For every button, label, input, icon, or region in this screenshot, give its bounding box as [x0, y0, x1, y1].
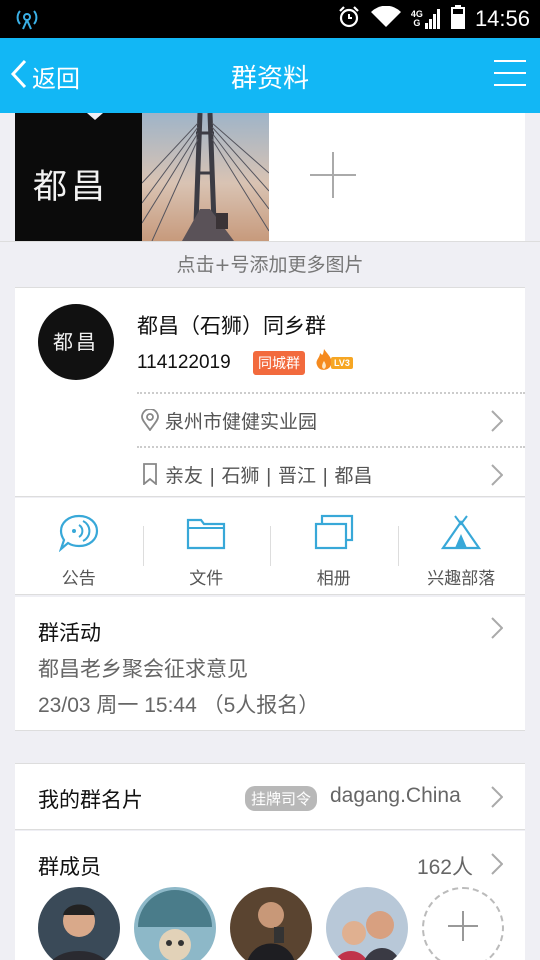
tool-label: 兴趣部落 — [427, 569, 496, 589]
announcement-icon — [58, 514, 99, 556]
status-bar: 4G G 14:56 — [0, 0, 540, 38]
folder-icon — [186, 514, 226, 556]
my-card-nickname: dagang.China — [330, 784, 461, 807]
chevron-right-icon — [491, 410, 504, 437]
group-photo-bridge[interactable] — [142, 113, 269, 241]
member-avatar[interactable] — [230, 887, 312, 960]
group-tags-row[interactable]: 亲友 | 石狮 | 晋江 | 都昌 — [137, 446, 525, 500]
group-photo-logo[interactable]: 都昌 — [15, 113, 142, 241]
group-level-badge[interactable]: LV3 — [315, 349, 353, 376]
add-member-button[interactable] — [422, 887, 504, 960]
tent-icon — [441, 514, 482, 556]
plus-icon — [309, 152, 356, 202]
group-members-section[interactable]: 群成员 162人 — [15, 831, 525, 960]
group-activity-section[interactable]: 群活动 都昌老乡聚会征求意见 23/03 周一 15:44 （5人报名） — [15, 597, 525, 731]
page-title: 群资料 — [230, 64, 309, 94]
member-avatar[interactable] — [326, 887, 408, 960]
location-pin-icon — [137, 409, 163, 431]
my-group-card-row[interactable]: 我的群名片 挂牌司令 dagang.China — [15, 763, 525, 830]
plus-icon — [448, 911, 478, 945]
group-avatar[interactable]: 都昌 — [38, 304, 114, 380]
member-avatar[interactable] — [134, 887, 216, 960]
battery-icon — [450, 5, 465, 33]
member-title-badge: 挂牌司令 — [245, 786, 318, 811]
announcement-button[interactable]: 公告 — [15, 498, 143, 594]
add-photo-hint: 点击+号添加更多图片 — [0, 241, 540, 287]
group-info-card: 都昌 都昌（石狮）同乡群 114122019 同城群 LV3 泉州市健健实业园 … — [15, 287, 525, 497]
chevron-right-icon — [491, 786, 504, 812]
logo-text: 都昌 — [33, 167, 109, 207]
city-group-badge: 同城群 — [253, 351, 305, 375]
chevron-right-icon — [491, 464, 504, 491]
group-address-row[interactable]: 泉州市健健实业园 — [137, 392, 525, 446]
interest-tribe-button[interactable]: 兴趣部落 — [397, 498, 526, 594]
bookmark-icon — [137, 463, 163, 485]
chevron-right-icon — [491, 853, 504, 879]
network-sub-label: G — [413, 18, 421, 28]
alarm-icon — [337, 5, 361, 33]
album-icon — [314, 514, 354, 556]
group-photo-strip: 都昌 — [15, 113, 525, 241]
group-tools-bar: 公告 文件 相册 兴趣部落 — [15, 498, 525, 595]
files-button[interactable]: 文件 — [142, 498, 271, 594]
tool-label: 文件 — [189, 569, 224, 589]
cellular-signal-icon: 4G G — [411, 9, 441, 29]
group-name: 都昌（石狮）同乡群 — [137, 314, 326, 338]
group-tags: 亲友 | 石狮 | 晋江 | 都昌 — [165, 464, 373, 487]
activity-heading: 群活动 — [38, 621, 101, 645]
clock-time: 14:56 — [474, 6, 530, 31]
signal-broadcast-icon — [14, 8, 40, 34]
member-avatar[interactable] — [38, 887, 120, 960]
members-label: 群成员 — [38, 855, 101, 879]
activity-detail: 23/03 周一 15:44 （5人报名） — [38, 694, 320, 717]
wifi-icon — [370, 5, 401, 32]
add-photo-button[interactable] — [269, 113, 396, 241]
tool-label: 相册 — [316, 569, 351, 589]
tool-label: 公告 — [61, 569, 96, 589]
group-id: 114122019 — [137, 352, 231, 373]
app-bar: 返回 群资料 — [0, 38, 540, 113]
level-label: LV3 — [331, 357, 353, 369]
activity-title: 都昌老乡聚会征求意见 — [38, 657, 248, 681]
chevron-right-icon — [491, 617, 504, 643]
menu-icon[interactable] — [494, 60, 526, 90]
album-button[interactable]: 相册 — [270, 498, 398, 594]
group-address: 泉州市健健实业园 — [165, 410, 318, 433]
member-count: 162人 — [416, 856, 473, 879]
my-card-label: 我的群名片 — [38, 788, 143, 812]
